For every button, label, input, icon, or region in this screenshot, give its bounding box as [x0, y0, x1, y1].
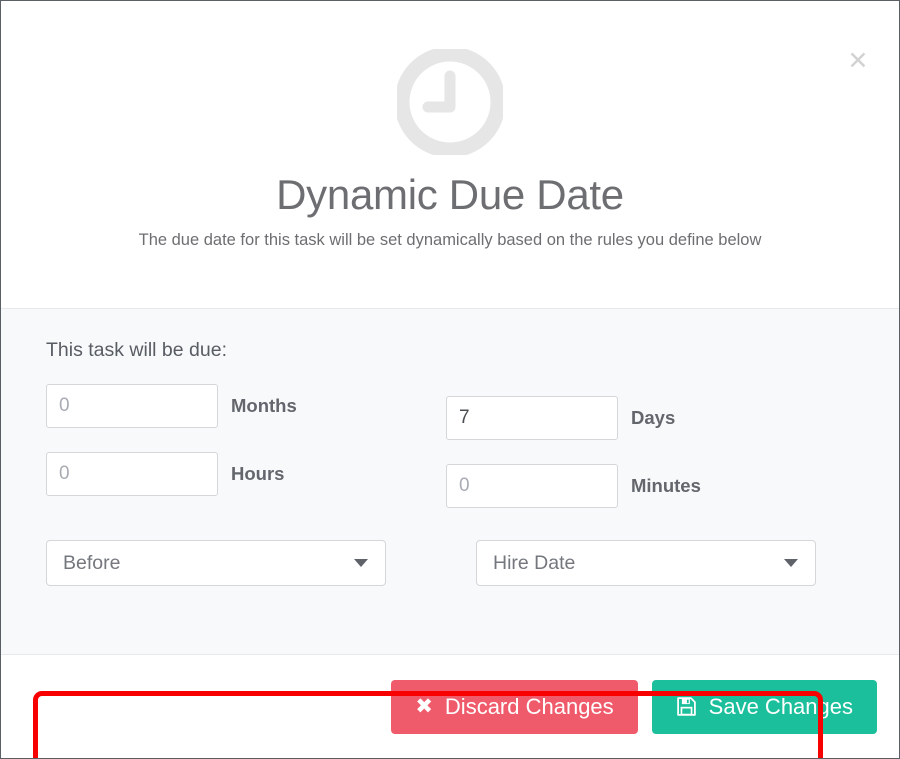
- due-prompt-label: This task will be due:: [46, 339, 227, 361]
- clock-icon: [1, 49, 899, 155]
- discard-changes-label: Discard Changes: [444, 693, 614, 719]
- days-unit-label: Days: [631, 407, 676, 428]
- dynamic-due-date-modal: ✕ Dynamic Due Date The due date for this…: [0, 0, 900, 759]
- modal-footer: ✖ Discard Changes Save Changes: [1, 655, 899, 758]
- offset-select-wrap: Before: [46, 540, 386, 586]
- anchor-select-wrap: Hire Date: [476, 540, 816, 586]
- minutes-input[interactable]: [446, 464, 618, 508]
- months-field-cell: [46, 384, 231, 440]
- hours-unit-label: Hours: [231, 463, 285, 484]
- floppy-disk-save-icon: [676, 696, 697, 717]
- modal-subtitle: The due date for this task will be set d…: [138, 231, 762, 250]
- save-changes-button[interactable]: Save Changes: [651, 679, 877, 734]
- months-input[interactable]: [46, 384, 218, 428]
- close-x-icon: ✖: [415, 694, 433, 718]
- offset-select[interactable]: Before: [46, 540, 386, 586]
- page-title: Dynamic Due Date: [276, 171, 624, 218]
- save-changes-label: Save Changes: [708, 693, 853, 719]
- minutes-unit-label: Minutes: [631, 475, 701, 496]
- modal-header: ✕ Dynamic Due Date The due date for this…: [1, 1, 899, 309]
- anchor-select[interactable]: Hire Date: [476, 540, 816, 586]
- minutes-field-cell: [446, 452, 631, 520]
- rule-select-row: Before Hire Date: [46, 540, 854, 586]
- days-input[interactable]: [446, 396, 618, 440]
- hours-field-cell: [46, 452, 231, 508]
- duration-fields-grid: Months Days Hours Minutes: [46, 384, 854, 520]
- close-icon[interactable]: ✕: [843, 45, 873, 75]
- hours-input[interactable]: [46, 452, 218, 496]
- modal-body: This task will be due: Months Days Hours…: [1, 309, 899, 758]
- months-unit-label: Months: [231, 395, 297, 416]
- discard-changes-button[interactable]: ✖ Discard Changes: [391, 679, 638, 734]
- days-field-cell: [446, 384, 631, 452]
